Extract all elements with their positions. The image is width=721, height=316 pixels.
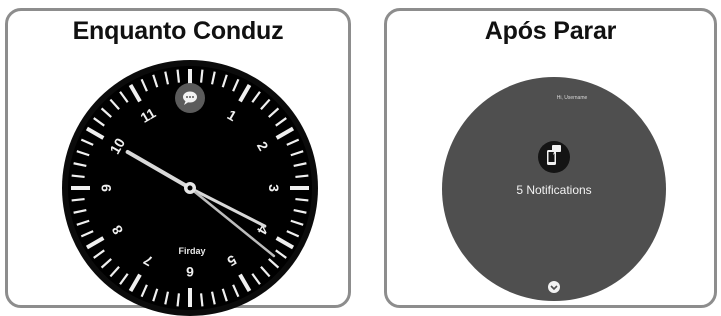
tick-mark: [199, 293, 204, 307]
message-bubble-icon[interactable]: [175, 83, 205, 113]
tick-mark: [295, 197, 309, 202]
chevron-down-icon[interactable]: [548, 281, 560, 293]
notification-count-text[interactable]: 5 Notifications: [516, 183, 591, 197]
numeral-3: 3: [266, 184, 282, 192]
phone-notification-icon[interactable]: [538, 141, 570, 173]
panel-after-stopping: Após Parar Hi, Username 5 Notifications: [384, 8, 717, 308]
watch-face-driving: 121234567891011 Firday: [62, 60, 318, 316]
day-label: Firday: [178, 246, 205, 256]
numeral-6: 6: [186, 264, 194, 280]
watch-face-stopped: Hi, Username 5 Notifications: [442, 77, 666, 301]
tick-mark: [176, 69, 181, 83]
numeral-9: 9: [98, 184, 114, 192]
tick-mark: [71, 174, 85, 179]
panel-while-driving: Enquanto Conduz 121234567891011 Firday: [5, 8, 351, 316]
tick-mark: [199, 69, 204, 83]
tick-mark: [71, 197, 85, 202]
hands-pivot-center: [187, 185, 193, 191]
tick-mark: [295, 174, 309, 179]
tick-mark: [176, 293, 181, 307]
greeting-label: Hi, Username: [557, 95, 588, 101]
